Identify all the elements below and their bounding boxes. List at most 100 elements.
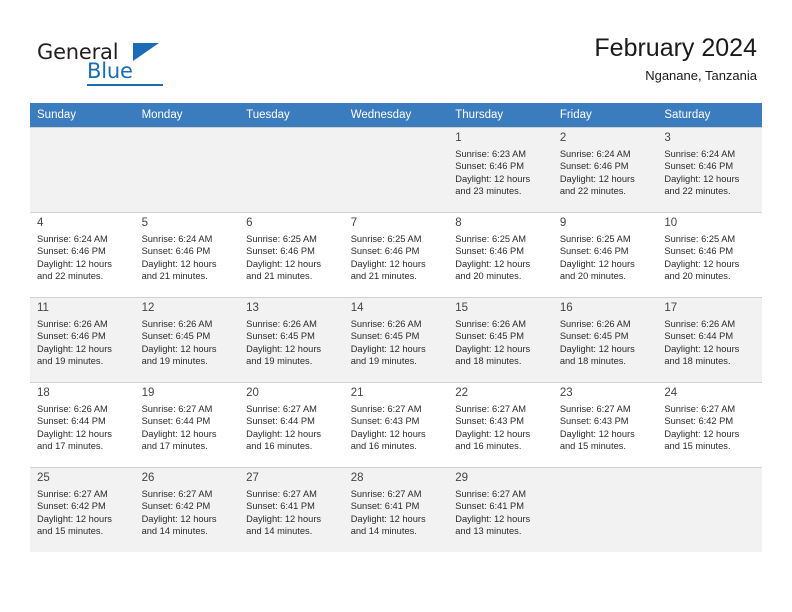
day-number: 15 (455, 302, 469, 314)
day-sun-info: Sunrise: 6:27 AM Sunset: 6:44 PM Dayligh… (141, 404, 217, 452)
calendar-day-cell[interactable]: 12 Sunrise: 6:26 AM Sunset: 6:45 PM Dayli… (134, 297, 240, 383)
calendar-day-cell[interactable]: 28 Sunrise: 6:27 AM Sunset: 6:41 PM Dayli… (343, 467, 449, 552)
day-sun-info: Sunrise: 6:24 AM Sunset: 6:46 PM Dayligh… (559, 149, 635, 197)
calendar-body: 1 Sunrise: 6:23 AM Sunset: 6:46 PM Daylig… (30, 127, 762, 552)
calendar-day-cell[interactable]: 25 Sunrise: 6:27 AM Sunset: 6:42 PM Dayli… (30, 467, 135, 552)
calendar-day-cell[interactable]: 10 Sunrise: 6:25 AM Sunset: 6:46 PM Dayli… (657, 212, 762, 298)
day-sun-info: Sunrise: 6:25 AM Sunset: 6:46 PM Dayligh… (664, 234, 740, 282)
weekday-header-monday: Monday (134, 103, 240, 128)
page-header: General Blue February 2024 Nganane, Tanz… (0, 0, 792, 103)
calendar-week-row: 25 Sunrise: 6:27 AM Sunset: 6:42 PM Dayli… (30, 467, 762, 552)
calendar-day-cell[interactable]: 14 Sunrise: 6:26 AM Sunset: 6:45 PM Dayli… (343, 297, 449, 383)
day-sun-info: Sunrise: 6:27 AM Sunset: 6:43 PM Dayligh… (350, 404, 426, 452)
month-calendar: Sunday Monday Tuesday Wednesday Thursday… (30, 103, 762, 552)
weekday-header-saturday: Saturday (657, 103, 762, 128)
day-number: 22 (455, 387, 469, 399)
calendar-day-cell[interactable]: 1 Sunrise: 6:23 AM Sunset: 6:46 PM Daylig… (448, 127, 553, 213)
weekday-header-tuesday: Tuesday (239, 103, 344, 128)
day-sun-info: Sunrise: 6:23 AM Sunset: 6:46 PM Dayligh… (455, 149, 531, 197)
calendar-day-cell[interactable]: 26 Sunrise: 6:27 AM Sunset: 6:42 PM Dayli… (134, 467, 240, 552)
calendar-week-row: 18 Sunrise: 6:26 AM Sunset: 6:44 PM Dayli… (30, 382, 762, 468)
day-number: 18 (37, 387, 50, 399)
generalblue-logo: General Blue (37, 40, 167, 88)
day-number: 8 (455, 217, 462, 229)
day-sun-info: Sunrise: 6:27 AM Sunset: 6:41 PM Dayligh… (246, 489, 322, 537)
day-sun-info: Sunrise: 6:25 AM Sunset: 6:46 PM Dayligh… (455, 234, 531, 282)
weekday-header-thursday: Thursday (448, 103, 553, 128)
calendar-page: General Blue February 2024 Nganane, Tanz… (0, 0, 792, 612)
day-sun-info: Sunrise: 6:24 AM Sunset: 6:46 PM Dayligh… (141, 234, 217, 282)
calendar-day-cell[interactable]: 27 Sunrise: 6:27 AM Sunset: 6:41 PM Dayli… (239, 467, 344, 552)
calendar-day-cell[interactable]: 6 Sunrise: 6:25 AM Sunset: 6:46 PM Daylig… (239, 212, 344, 298)
day-number: 12 (141, 302, 155, 314)
calendar-day-cell[interactable]: 16 Sunrise: 6:26 AM Sunset: 6:45 PM Dayli… (552, 297, 658, 383)
day-sun-info: Sunrise: 6:27 AM Sunset: 6:44 PM Dayligh… (246, 404, 322, 452)
calendar-day-cell[interactable]: 8 Sunrise: 6:25 AM Sunset: 6:46 PM Daylig… (448, 212, 553, 298)
day-sun-info: Sunrise: 6:26 AM Sunset: 6:45 PM Dayligh… (246, 319, 322, 367)
calendar-day-cell[interactable]: 20 Sunrise: 6:27 AM Sunset: 6:44 PM Dayli… (239, 382, 344, 468)
day-number: 14 (350, 302, 364, 314)
calendar-day-cell[interactable]: 24 Sunrise: 6:27 AM Sunset: 6:42 PM Dayli… (657, 382, 762, 468)
day-number: 29 (455, 472, 469, 484)
calendar-day-cell[interactable]: 18 Sunrise: 6:26 AM Sunset: 6:44 PM Dayli… (30, 382, 135, 468)
title-block: February 2024 Nganane, Tanzania (594, 33, 757, 85)
calendar-day-cell[interactable]: 11 Sunrise: 6:26 AM Sunset: 6:46 PM Dayli… (30, 297, 135, 383)
day-number: 19 (141, 387, 155, 399)
calendar-day-cell-empty (239, 127, 344, 213)
calendar-day-cell[interactable]: 7 Sunrise: 6:25 AM Sunset: 6:46 PM Daylig… (343, 212, 449, 298)
day-sun-info: Sunrise: 6:26 AM Sunset: 6:46 PM Dayligh… (37, 319, 112, 367)
day-sun-info: Sunrise: 6:25 AM Sunset: 6:46 PM Dayligh… (350, 234, 426, 282)
calendar-week-row: 11 Sunrise: 6:26 AM Sunset: 6:46 PM Dayli… (30, 297, 762, 383)
day-number: 21 (350, 387, 364, 399)
day-sun-info: Sunrise: 6:27 AM Sunset: 6:42 PM Dayligh… (37, 489, 112, 537)
day-number: 2 (559, 132, 567, 144)
logo-triangle-icon (133, 43, 159, 61)
weekday-header-friday: Friday (552, 103, 658, 128)
day-number: 17 (664, 302, 678, 314)
day-sun-info: Sunrise: 6:27 AM Sunset: 6:42 PM Dayligh… (664, 404, 740, 452)
weekday-header-row: Sunday Monday Tuesday Wednesday Thursday… (30, 103, 762, 128)
calendar-day-cell[interactable]: 9 Sunrise: 6:25 AM Sunset: 6:46 PM Daylig… (552, 212, 658, 298)
calendar-day-cell[interactable]: 17 Sunrise: 6:26 AM Sunset: 6:44 PM Dayli… (657, 297, 762, 383)
day-number: 27 (246, 472, 259, 484)
calendar-day-cell[interactable]: 13 Sunrise: 6:26 AM Sunset: 6:45 PM Dayli… (239, 297, 344, 383)
calendar-day-cell[interactable]: 4 Sunrise: 6:24 AM Sunset: 6:46 PM Daylig… (30, 212, 135, 298)
calendar-day-cell-empty (552, 467, 658, 552)
day-number: 16 (559, 302, 573, 314)
calendar-day-cell[interactable]: 5 Sunrise: 6:24 AM Sunset: 6:46 PM Daylig… (134, 212, 240, 298)
calendar-week-row: 4 Sunrise: 6:24 AM Sunset: 6:46 PM Daylig… (30, 212, 762, 298)
day-number: 23 (559, 387, 573, 399)
calendar-day-cell[interactable]: 3 Sunrise: 6:24 AM Sunset: 6:46 PM Daylig… (657, 127, 762, 213)
logo-underline (87, 84, 163, 86)
day-number: 24 (664, 387, 678, 399)
weekday-header-sunday: Sunday (30, 103, 135, 128)
calendar-day-cell-empty (343, 127, 449, 213)
calendar-day-cell[interactable]: 19 Sunrise: 6:27 AM Sunset: 6:44 PM Dayli… (134, 382, 240, 468)
day-sun-info: Sunrise: 6:24 AM Sunset: 6:46 PM Dayligh… (664, 149, 740, 197)
day-number: 1 (455, 132, 462, 144)
calendar-day-cell[interactable]: 29 Sunrise: 6:27 AM Sunset: 6:41 PM Dayli… (448, 467, 553, 552)
day-sun-info: Sunrise: 6:26 AM Sunset: 6:45 PM Dayligh… (350, 319, 426, 367)
day-number: 7 (350, 217, 358, 229)
calendar-day-cell-empty (657, 467, 762, 552)
day-sun-info: Sunrise: 6:24 AM Sunset: 6:46 PM Dayligh… (37, 234, 112, 282)
calendar-day-cell[interactable]: 21 Sunrise: 6:27 AM Sunset: 6:43 PM Dayli… (343, 382, 449, 468)
day-number: 5 (141, 217, 148, 229)
day-number: 11 (37, 302, 49, 314)
calendar-day-cell[interactable]: 22 Sunrise: 6:27 AM Sunset: 6:43 PM Dayli… (448, 382, 553, 468)
day-number: 28 (350, 472, 364, 484)
calendar-day-cell-empty (134, 127, 240, 213)
weekday-header-wednesday: Wednesday (343, 103, 449, 128)
day-number: 6 (246, 217, 253, 229)
day-sun-info: Sunrise: 6:27 AM Sunset: 6:41 PM Dayligh… (455, 489, 531, 537)
calendar-day-cell[interactable]: 15 Sunrise: 6:26 AM Sunset: 6:45 PM Dayli… (448, 297, 553, 383)
calendar-day-cell[interactable]: 23 Sunrise: 6:27 AM Sunset: 6:43 PM Dayli… (552, 382, 658, 468)
day-sun-info: Sunrise: 6:27 AM Sunset: 6:42 PM Dayligh… (141, 489, 217, 537)
day-number: 26 (141, 472, 155, 484)
day-number: 25 (37, 472, 50, 484)
day-sun-info: Sunrise: 6:26 AM Sunset: 6:44 PM Dayligh… (664, 319, 740, 367)
day-sun-info: Sunrise: 6:27 AM Sunset: 6:41 PM Dayligh… (350, 489, 426, 537)
page-subtitle: Nganane, Tanzania (645, 68, 757, 83)
day-sun-info: Sunrise: 6:27 AM Sunset: 6:43 PM Dayligh… (455, 404, 531, 452)
calendar-day-cell[interactable]: 2 Sunrise: 6:24 AM Sunset: 6:46 PM Daylig… (552, 127, 658, 213)
